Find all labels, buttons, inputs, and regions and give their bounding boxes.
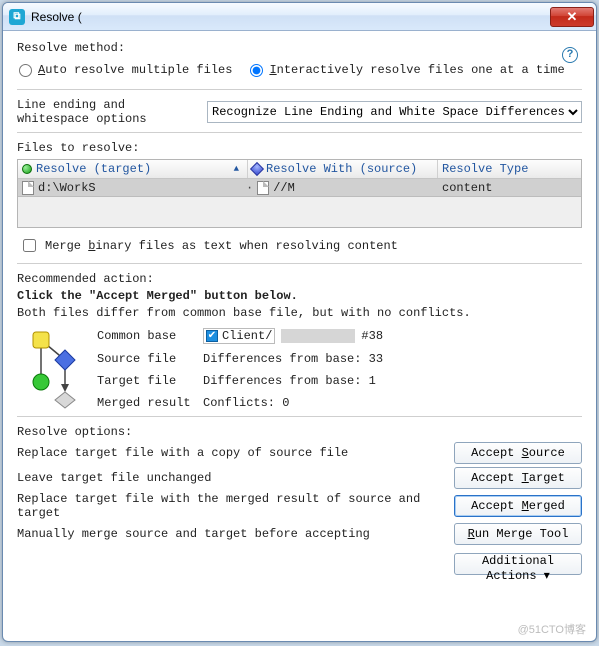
revision-suffix: #38 (361, 329, 383, 343)
target-dot-icon (22, 164, 32, 174)
table-header: Resolve (target) ▲ Resolve With (source)… (18, 160, 581, 179)
divider (17, 263, 582, 264)
recommended-label: Recommended action: (17, 272, 582, 286)
resolve-type: content (442, 181, 492, 195)
target-diff: Differences from base: 1 (203, 374, 383, 388)
col-resolve-type[interactable]: Resolve Type (438, 160, 581, 178)
line-ending-label: Line ending and whitespace options (17, 98, 195, 126)
recommended-action: Click the "Accept Merged" button below. (17, 289, 582, 303)
close-icon: ✕ (567, 9, 578, 25)
merge-binary-checkbox[interactable] (23, 239, 36, 252)
table-row[interactable]: d:\WorkS · //M content (18, 179, 581, 197)
opt-target-desc: Leave target file unchanged (17, 471, 454, 485)
additional-actions-button[interactable]: Additional Actions (454, 553, 582, 575)
opt-merged-desc: Replace target file with the merged resu… (17, 492, 454, 520)
watermark: @51CTO博客 (518, 621, 586, 637)
opt-source-desc: Replace target file with a copy of sourc… (17, 446, 454, 460)
recommended-explain: Both files differ from common base file,… (17, 306, 582, 320)
common-base-label: Common base (97, 329, 195, 343)
file-icon (22, 181, 34, 195)
col-resolve-source[interactable]: Resolve With (source) (248, 160, 438, 178)
merge-binary-label: Merge binary files as text when resolvin… (45, 239, 398, 253)
conflicts-value: Conflicts: 0 (203, 396, 383, 410)
path-strip (281, 329, 355, 343)
line-ending-select[interactable]: Recognize Line Ending and White Space Di… (207, 101, 582, 123)
accept-target-button[interactable]: Accept Target (454, 467, 582, 489)
col-resolve-target[interactable]: Resolve (target) ▲ (18, 160, 248, 178)
target-file-label: Target file (97, 374, 195, 388)
window-title: Resolve ( (31, 10, 550, 24)
radio-auto-resolve[interactable]: Auto resolve multiple files (19, 63, 232, 77)
resolve-method-label: Resolve method: (17, 41, 582, 55)
check-icon: ✔ (206, 330, 218, 342)
opt-tool-desc: Manually merge source and target before … (17, 527, 454, 541)
source-diff: Differences from base: 33 (203, 352, 383, 366)
merged-result-label: Merged result (97, 396, 195, 410)
radio-auto-resolve-input[interactable] (19, 64, 32, 77)
divider (17, 416, 582, 417)
app-icon: ⧉ (9, 9, 25, 25)
divider (17, 89, 582, 90)
titlebar: ⧉ Resolve ( ✕ (3, 3, 596, 31)
file-icon (257, 181, 269, 195)
accept-source-button[interactable]: Accept Source (454, 442, 582, 464)
sort-asc-icon: ▲ (234, 164, 239, 174)
accept-merged-button[interactable]: Accept Merged (454, 495, 582, 517)
source-file-label: Source file (97, 352, 195, 366)
target-path: d:\WorkS (38, 181, 96, 195)
table-empty-area (18, 197, 581, 227)
source-path: //M (273, 181, 295, 195)
files-to-resolve-label: Files to resolve: (17, 141, 582, 155)
source-diamond-icon (250, 162, 264, 176)
run-merge-tool-button[interactable]: Run Merge Tool (454, 523, 582, 545)
help-icon[interactable]: ? (562, 47, 578, 63)
resolve-options-label: Resolve options: (17, 425, 582, 439)
close-button[interactable]: ✕ (550, 7, 594, 27)
files-table: Resolve (target) ▲ Resolve With (source)… (17, 159, 582, 228)
radio-interactive-resolve[interactable]: Interactively resolve files one at a tim… (250, 63, 564, 77)
radio-interactive-input[interactable] (250, 64, 263, 77)
client-chip: ✔ Client/ (203, 328, 275, 344)
divider (17, 132, 582, 133)
merge-graph-icon (17, 326, 87, 412)
